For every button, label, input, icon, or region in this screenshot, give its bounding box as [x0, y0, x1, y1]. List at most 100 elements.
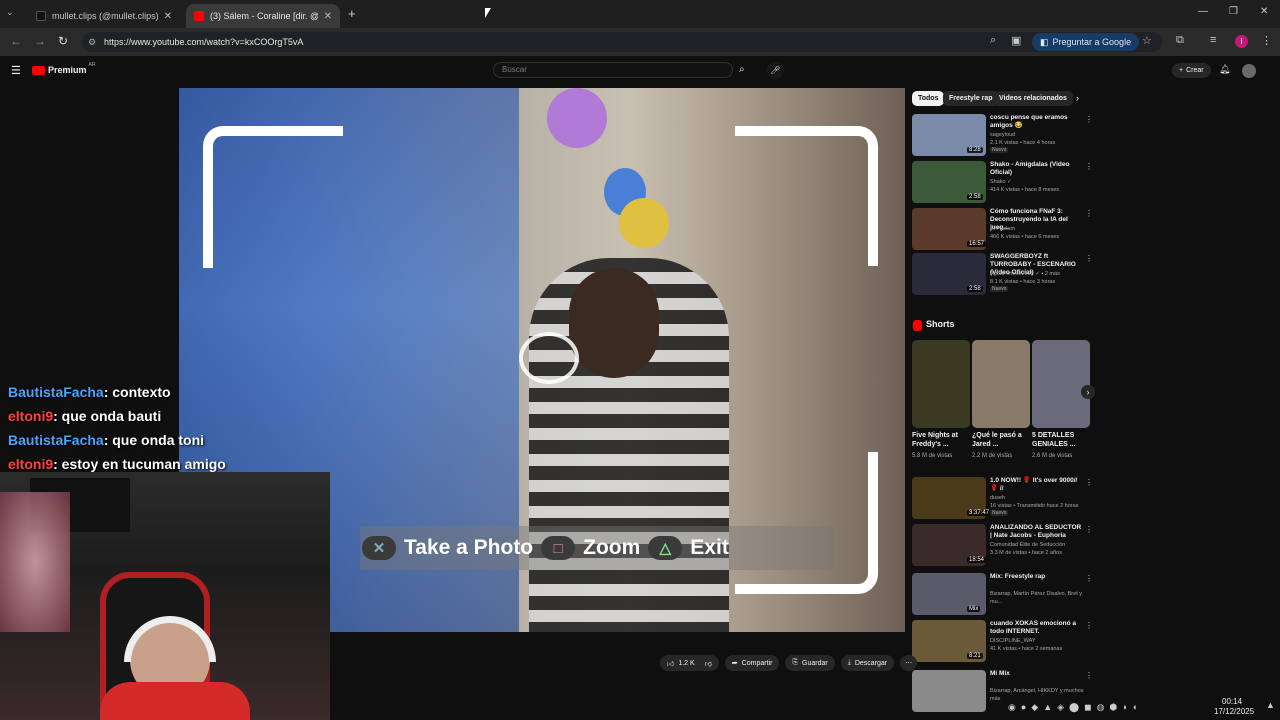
create-button[interactable]: + Crear — [1172, 63, 1211, 78]
tab-search-icon[interactable]: ⌄ — [6, 7, 14, 18]
channel-name[interactable]: Bizarrap, Martín Pérez Disalvo, Bret y m… — [990, 590, 1090, 606]
short-thumbnail[interactable] — [972, 340, 1030, 428]
search-icon[interactable]: ⌕ — [739, 64, 745, 75]
recommendation-item[interactable]: Mix Mix: Freestyle rap Bizarrap, Martín Pé… — [912, 573, 1093, 615]
short-views: 2.2 M de vistas — [972, 453, 1013, 459]
channel-name[interactable]: AguaFortnite2008 ✓ • 2 más — [990, 270, 1090, 278]
dislike-icon[interactable]: 👎︎ — [705, 659, 712, 668]
channel-name[interactable]: duseh — [990, 494, 1090, 502]
chat-username: eltoni9 — [8, 408, 54, 424]
minimize-icon[interactable]: — — [1198, 6, 1208, 17]
chips-next-icon[interactable]: › — [1076, 93, 1079, 103]
account-avatar[interactable] — [1242, 64, 1256, 78]
tab-mullet-clips[interactable]: mullet.clips (@mullet.clips) | Tik ✕ — [28, 4, 180, 28]
short-title[interactable]: ¿Qué le pasó a Jared ... — [972, 431, 1022, 449]
notification-center-icon[interactable]: ▲ — [1266, 700, 1275, 710]
channel-name[interactable]: Comunidad Élite de Seducción — [990, 541, 1090, 549]
short-title[interactable]: 5 DETALLES GENIALES ... — [1032, 431, 1082, 449]
more-options-icon[interactable]: ⋮ — [1085, 525, 1093, 534]
mouse-cursor — [485, 8, 491, 18]
chat-text: : que onda toni — [103, 432, 205, 448]
duration-badge: 16:57 — [967, 241, 987, 247]
profile-avatar[interactable]: I — [1235, 35, 1248, 48]
more-options-icon[interactable]: ⋮ — [1085, 254, 1093, 263]
address-bar[interactable]: ⚙ https://www.youtube.com/watch?v=kxCOOr… — [82, 32, 1162, 52]
like-button[interactable]: 👍︎ 1.2 K 👎︎ — [660, 655, 719, 671]
video-title[interactable]: coscu pense que eramos amigos 😂 — [990, 114, 1082, 130]
close-icon[interactable]: ✕ — [324, 11, 332, 22]
recommendation-item[interactable]: 3:37:47 1.0 NOW!! 🌹 It's over 9000// 🌹 //… — [912, 477, 1093, 519]
plus-icon: + — [1179, 67, 1184, 74]
more-options-icon[interactable]: ⋮ — [1085, 209, 1093, 218]
browser-menu-icon[interactable]: ⋮ — [1261, 34, 1272, 47]
duration-badge: 2:58 — [967, 194, 983, 200]
recommendation-item[interactable]: 8:21 cuando XOKAS emocionó a todo INTERNE… — [912, 620, 1093, 662]
ask-google-button[interactable]: ◧ Preguntar a Google — [1032, 33, 1140, 51]
short-thumbnail[interactable] — [912, 340, 970, 428]
channel-name[interactable]: DISCIPLINE_WAY — [990, 637, 1090, 645]
more-options-icon[interactable]: ⋮ — [1085, 671, 1093, 680]
view-meta: 466 K vistas • hace 6 meses — [990, 234, 1060, 240]
recommendation-item[interactable]: 2:58 Shako - Amígdalas (Video Oficial) Sha… — [912, 161, 1093, 203]
clock-time[interactable]: 00:14 — [1222, 697, 1242, 706]
guide-menu-icon[interactable]: ☰ — [11, 64, 21, 77]
chip-related-videos[interactable]: Videos relacionados — [993, 91, 1073, 106]
viewfinder-corner — [203, 126, 343, 268]
extensions-icon[interactable]: ⧉ — [1176, 34, 1184, 47]
short-views: 2.6 M de vistas — [1032, 453, 1073, 459]
youtube-icon — [194, 11, 204, 21]
maximize-icon[interactable]: ❐ — [1229, 6, 1238, 17]
video-title[interactable]: Mi Mix — [990, 670, 1082, 678]
recommendation-item[interactable]: 18:54 ANALIZANDO AL SEDUCTOR | Nate Jacob… — [912, 524, 1093, 566]
recommendation-item[interactable]: 2:58 SWAGGERBOYZ ft TURROBABY - ESCENARIO… — [912, 253, 1093, 295]
more-actions-button[interactable]: ⋯ — [900, 655, 918, 671]
like-count: 1.2 K — [678, 659, 695, 667]
notifications-icon[interactable]: 🔔︎ — [1219, 64, 1230, 75]
recommendation-item[interactable]: 8:28 coscu pense que eramos amigos 😂 sagey… — [912, 114, 1093, 156]
youtube-logo[interactable]: Premium AR — [32, 62, 95, 75]
voice-search-icon[interactable]: 🎤︎ — [767, 62, 784, 79]
webcam-light — [0, 492, 70, 632]
more-options-icon[interactable]: ⋮ — [1085, 574, 1093, 583]
short-title[interactable]: Five Nights at Freddy's ... — [912, 431, 962, 449]
more-options-icon[interactable]: ⋮ — [1085, 162, 1093, 171]
video-title[interactable]: Mix: Freestyle rap — [990, 573, 1082, 581]
chip-todos[interactable]: Todos — [912, 91, 945, 106]
back-icon[interactable]: ← — [10, 34, 22, 48]
tab-youtube[interactable]: (3) Sálem - Coraline [dir. @mari ✕ — [186, 4, 340, 28]
download-button[interactable]: ⤓ Descargar — [840, 655, 895, 671]
video-title[interactable]: 1.0 NOW!! 🌹 It's over 9000// 🌹 // — [990, 477, 1082, 493]
forward-icon[interactable]: → — [34, 34, 46, 48]
recommendation-item[interactable]: 16:57 Cómo funciona FNaF 3: Deconstruyend… — [912, 208, 1093, 250]
new-tab-button[interactable]: + — [348, 6, 356, 21]
share-button[interactable]: ➦ Compartir — [724, 655, 780, 671]
video-title[interactable]: ANALIZANDO AL SEDUCTOR | Nate Jacobs - E… — [990, 524, 1082, 540]
short-thumbnail[interactable] — [1032, 340, 1090, 428]
close-window-icon[interactable]: ✕ — [1260, 6, 1268, 17]
video-title[interactable]: Shako - Amígdalas (Video Oficial) — [990, 161, 1082, 177]
channel-name[interactable]: sageyloud — [990, 131, 1090, 139]
duration-badge: 8:21 — [967, 653, 983, 659]
more-options-icon[interactable]: ⋮ — [1085, 115, 1093, 124]
search-input[interactable]: Buscar — [493, 62, 733, 78]
clock-date[interactable]: 17/12/2025 — [1214, 707, 1254, 716]
channel-name[interactable]: Shako ✓ — [990, 178, 1090, 186]
more-options-icon[interactable]: ⋮ — [1085, 478, 1093, 487]
shorts-next-icon[interactable]: › — [1081, 385, 1095, 399]
reload-icon[interactable]: ↻ — [58, 34, 68, 48]
video-title[interactable]: cuando XOKAS emocionó a todo INTERNET. — [990, 620, 1082, 636]
video-thumbnail[interactable] — [912, 670, 986, 712]
channel-name[interactable]: El Paelam — [990, 225, 1090, 233]
save-button[interactable]: ⎘ Guardar — [785, 655, 835, 671]
duration-badge: Mix — [967, 606, 981, 612]
close-icon[interactable]: ✕ — [164, 11, 172, 22]
cast-icon[interactable]: ▣ — [1011, 34, 1021, 47]
tray-icons[interactable]: ◉●◆▲◈⬤◼◍⬢◗◐ — [1008, 702, 1143, 713]
more-options-icon[interactable]: ⋮ — [1085, 621, 1093, 630]
site-info-icon[interactable]: ⚙ — [88, 37, 96, 48]
media-icon[interactable]: ≡ — [1210, 34, 1216, 46]
bookmark-star-icon[interactable]: ☆ — [1142, 34, 1152, 47]
zoom-icon[interactable]: ⌕ — [990, 34, 996, 47]
chip-freestyle-rap[interactable]: Freestyle rap — [943, 91, 999, 106]
url-text: https://www.youtube.com/watch?v=kxCOOrgT… — [104, 37, 304, 47]
